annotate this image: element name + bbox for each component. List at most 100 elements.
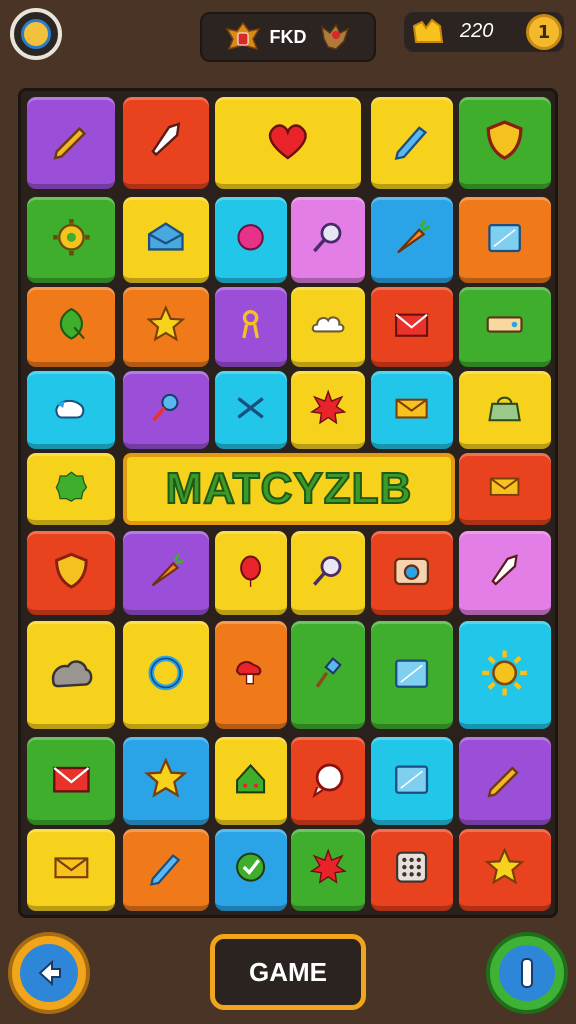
bottom-bar: GAME [0, 920, 576, 1024]
tile[interactable] [123, 737, 209, 825]
check-icon [236, 852, 266, 883]
star-icon [146, 304, 186, 342]
tile[interactable] [459, 621, 551, 729]
tile[interactable] [27, 621, 115, 729]
keypad-icon [396, 851, 428, 884]
coin-count: 220 [460, 20, 494, 42]
tile[interactable] [291, 197, 365, 283]
tile[interactable] [291, 621, 365, 729]
pin-icon [315, 656, 342, 688]
tile[interactable] [215, 829, 287, 911]
tile[interactable] [123, 829, 209, 911]
tile[interactable] [291, 371, 365, 449]
ticket-icon [487, 316, 523, 333]
ball-icon [237, 224, 265, 251]
tile[interactable] [371, 737, 453, 825]
tile[interactable] [123, 197, 209, 283]
title-plate: FKD [200, 12, 376, 62]
envelope-icon [395, 398, 429, 419]
griffin-emblem-icon [320, 23, 349, 50]
tile[interactable] [27, 453, 115, 525]
coin-symbol: 1 [537, 21, 551, 43]
tile[interactable] [215, 197, 287, 283]
settings-icon [21, 19, 51, 49]
tile[interactable] [215, 97, 361, 189]
tile[interactable] [215, 621, 287, 729]
carrot-icon [397, 219, 431, 254]
gear-icon [52, 219, 90, 256]
tile[interactable] [123, 621, 209, 729]
tile[interactable] [291, 531, 365, 615]
tile[interactable] [27, 97, 115, 189]
tile[interactable] [215, 737, 287, 825]
tile[interactable] [27, 531, 115, 615]
pencil-icon [487, 765, 520, 798]
tile[interactable] [459, 287, 551, 367]
tile[interactable] [371, 829, 453, 911]
tile[interactable] [459, 453, 551, 525]
camera-icon [394, 557, 430, 585]
tile[interactable] [215, 531, 287, 615]
tile[interactable] [459, 371, 551, 449]
coin-counter: 220 1 [404, 12, 564, 52]
tile[interactable] [371, 197, 453, 283]
tile[interactable] [371, 621, 453, 729]
back-arrow-icon [20, 944, 78, 1002]
tile[interactable] [459, 737, 551, 825]
pause-button[interactable] [486, 932, 568, 1014]
tile[interactable] [123, 287, 209, 367]
tile[interactable] [27, 287, 115, 367]
rock-icon [51, 659, 93, 687]
tile[interactable] [371, 531, 453, 615]
rocket-icon [491, 554, 519, 586]
tile[interactable] [371, 287, 453, 367]
burst-icon [309, 848, 347, 885]
tile[interactable] [459, 97, 551, 189]
envelope-open-icon [148, 222, 184, 251]
pen-icon [150, 854, 181, 887]
tile[interactable] [291, 829, 365, 911]
tile[interactable] [371, 371, 453, 449]
tile[interactable] [27, 371, 115, 449]
folder-icon [395, 659, 429, 688]
tile[interactable] [291, 737, 365, 825]
leaf-icon [59, 307, 85, 340]
envelope-icon [490, 478, 520, 497]
sun-icon [482, 650, 528, 695]
mushroom-icon [236, 660, 262, 684]
game-button[interactable]: GAME [210, 934, 366, 1010]
pen-icon [395, 126, 428, 161]
tile[interactable] [371, 97, 453, 189]
top-bar: FKD 220 1 [0, 0, 576, 78]
tile[interactable] [27, 197, 115, 283]
tile[interactable] [123, 371, 209, 449]
magnifier-icon [312, 222, 342, 253]
tile[interactable] [459, 531, 551, 615]
carrot-icon [151, 553, 185, 587]
tile[interactable] [27, 737, 115, 825]
key-icon [242, 309, 260, 339]
heart-icon [269, 124, 307, 160]
shield-icon [487, 120, 523, 161]
tile[interactable] [459, 197, 551, 283]
scissors-icon [237, 396, 265, 419]
star-icon [144, 756, 188, 798]
folder-icon [395, 765, 429, 794]
tile[interactable] [215, 371, 287, 449]
bird-icon [54, 399, 84, 419]
pencil-icon [53, 127, 86, 161]
tile[interactable] [291, 287, 365, 367]
star-icon [484, 847, 526, 885]
tile[interactable] [27, 829, 115, 911]
bag-icon [488, 396, 522, 421]
tile[interactable] [459, 829, 551, 911]
pushpin-icon [152, 393, 179, 421]
tile[interactable] [123, 97, 209, 189]
blob-icon [55, 471, 87, 503]
tile[interactable] [215, 287, 287, 367]
settings-button[interactable] [10, 8, 62, 60]
burst-icon [309, 389, 347, 424]
tile[interactable] [123, 531, 209, 615]
back-button[interactable] [8, 932, 90, 1014]
title-banner: MATCYZLB [123, 453, 455, 525]
